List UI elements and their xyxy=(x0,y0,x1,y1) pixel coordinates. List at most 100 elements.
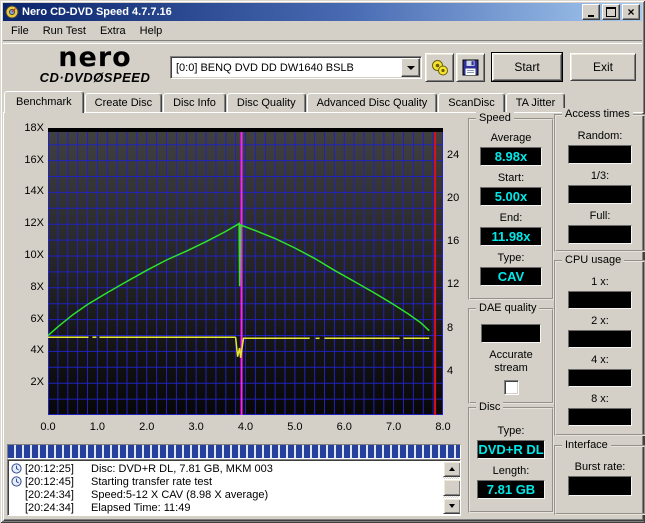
cpu-usage-1-x-label: 1 x: xyxy=(591,276,609,288)
arrow-down-icon xyxy=(449,504,455,508)
log-entry-text: Disc: DVD+R DL, 7.81 GB, MKM 003 xyxy=(91,462,273,475)
log-entry-time: [20:12:25] xyxy=(25,462,74,475)
x-axis-tick: 4.0 xyxy=(237,421,254,433)
drive-selector-value: [0:0] BENQ DVD DD DW1640 BSLB xyxy=(176,61,354,74)
interface-group: Interface Burst rate: xyxy=(554,439,645,515)
x-axis-tick: 2.0 xyxy=(139,421,155,433)
exit-button[interactable]: Exit xyxy=(570,53,636,81)
app-window: Nero CD-DVD Speed 4.7.7.16 × File Run Tes… xyxy=(0,0,645,523)
nero-logo-wordmark: nero xyxy=(58,42,132,73)
log-entry-text: Speed:5-12 X CAV (8.98 X average) xyxy=(91,488,269,501)
clock-icon xyxy=(10,463,23,474)
log-entry-time: [20:24:34] xyxy=(25,488,74,501)
menu-item-extra[interactable]: Extra xyxy=(94,23,132,39)
disc-length-label: Length: xyxy=(492,465,530,477)
log-entry-time: [20:12:45] xyxy=(25,475,74,488)
disc-type-display: DVD+R DL xyxy=(477,440,545,459)
gears-icon xyxy=(431,59,448,75)
log-entry: [20:24:34] Elapsed Time: 11:49 xyxy=(8,501,460,514)
access-times-1-3-label: 1/3: xyxy=(590,170,610,182)
cpu-usage-group-title: CPU usage xyxy=(562,254,625,266)
access-times-full-display xyxy=(568,225,632,244)
accurate-stream-checkbox[interactable] xyxy=(503,380,519,395)
drive-selector-dropdown-button[interactable] xyxy=(401,58,420,77)
log-scrollbar[interactable] xyxy=(443,461,460,514)
y-axis-left-tick: 12X xyxy=(24,217,44,230)
x-axis-tick: 1.0 xyxy=(89,421,106,433)
tab-scandisc[interactable]: ScanDisc xyxy=(438,93,505,112)
benchmark-plot xyxy=(48,128,443,415)
nero-logo: nero CD·DVDØSPEED xyxy=(24,44,166,84)
menu-bar: File Run Test Extra Help xyxy=(3,22,642,40)
interface-group-title: Interface xyxy=(562,439,611,451)
y-axis-left-tick: 18X xyxy=(24,121,44,134)
cpu-usage-2-x-display xyxy=(568,330,632,348)
dae-quality-display xyxy=(481,324,541,343)
y-axis-left-tick: 4X xyxy=(30,344,44,357)
start-button[interactable]: Start xyxy=(491,52,563,82)
cpu-usage-4-x-display xyxy=(568,369,632,387)
interface-burst-rate-label: Burst rate: xyxy=(574,461,626,473)
disc-type-label: Type: xyxy=(497,425,525,437)
log-entry: [20:24:34] Speed:5-12 X CAV (8.98 X avera… xyxy=(8,488,460,501)
access-times-group: Access times Random: 1/3: Full: xyxy=(554,108,645,252)
speed-average-label: Average xyxy=(490,132,532,144)
y-axis-left-tick: 14X xyxy=(24,185,44,198)
y-axis-left-tick: 8X xyxy=(30,280,44,293)
arrow-up-icon xyxy=(449,467,455,471)
speed-end-label: End: xyxy=(499,212,523,224)
app-icon xyxy=(5,5,19,19)
y-axis-left-tick: 16X xyxy=(24,153,44,166)
exit-button-label: Exit xyxy=(592,60,613,74)
tab-advanced-disc-quality[interactable]: Advanced Disc Quality xyxy=(306,93,438,112)
scroll-down-button[interactable] xyxy=(443,498,460,514)
cpu-usage-8-x-display xyxy=(568,408,632,426)
clock-icon xyxy=(10,476,23,487)
tab-disc-info[interactable]: Disc Info xyxy=(163,93,226,112)
x-axis-tick: 6.0 xyxy=(336,421,352,433)
y-axis-left-tick: 10X xyxy=(24,249,44,261)
minimize-button[interactable] xyxy=(582,4,600,20)
speed-group: Speed Average 8.98x Start: 5.00x End: 11.98x T… xyxy=(468,112,554,300)
log-rows: [20:12:25] Disc: DVD+R DL, 7.81 GB, MKM 0… xyxy=(8,462,460,514)
scroll-thumb[interactable] xyxy=(443,479,460,496)
speed-start-display: 5.00x xyxy=(480,187,542,206)
window-titlebar: Nero CD-DVD Speed 4.7.7.16 × xyxy=(3,3,642,21)
cpu-usage-4-x-label: 4 x: xyxy=(591,354,609,366)
x-axis-tick: 8.0 xyxy=(435,421,451,433)
eject-options-button[interactable] xyxy=(425,53,454,82)
menu-item-run-test[interactable]: Run Test xyxy=(37,23,92,39)
cpu-usage-8-x-label: 8 x: xyxy=(591,393,609,405)
save-icon xyxy=(462,59,479,76)
window-title: Nero CD-DVD Speed 4.7.7.16 xyxy=(22,6,172,18)
accurate-stream-label: Accurate stream xyxy=(489,349,533,374)
progress-bar xyxy=(7,444,461,459)
disc-length-display: 7.81 GB xyxy=(477,480,545,499)
close-icon: × xyxy=(627,4,635,19)
close-button[interactable]: × xyxy=(622,4,640,20)
log-box[interactable]: [20:12:25] Disc: DVD+R DL, 7.81 GB, MKM 0… xyxy=(7,459,461,516)
y-axis-left-tick: 6X xyxy=(30,312,44,325)
log-entry: [20:12:25] Disc: DVD+R DL, 7.81 GB, MKM 0… xyxy=(8,462,460,475)
interface-burst-rate-display xyxy=(568,476,632,496)
tab-ta-jitter[interactable]: TA Jitter xyxy=(505,93,566,112)
disc-group-title: Disc xyxy=(476,401,504,413)
access-times-random-label: Random: xyxy=(577,130,623,142)
tab-create-disc[interactable]: Create Disc xyxy=(84,93,163,112)
tab-benchmark[interactable]: Benchmark xyxy=(4,91,84,113)
scroll-up-button[interactable] xyxy=(443,461,460,477)
y-axis-left-tick: 2X xyxy=(30,376,44,389)
drive-selector[interactable]: [0:0] BENQ DVD DD DW1640 BSLB xyxy=(170,56,422,79)
menu-item-help[interactable]: Help xyxy=(134,23,169,39)
maximize-button[interactable] xyxy=(602,4,620,20)
x-axis-tick: 0.0 xyxy=(40,421,56,433)
chevron-down-icon xyxy=(406,65,415,70)
start-button-label: Start xyxy=(514,60,540,74)
dae-quality-group-title: DAE quality xyxy=(476,302,540,314)
cpu-usage-group: CPU usage 1 x: 2 x: 4 x: 8 x: xyxy=(554,254,645,436)
save-button[interactable] xyxy=(456,53,485,82)
x-axis-tick: 3.0 xyxy=(188,421,204,433)
tab-disc-quality[interactable]: Disc Quality xyxy=(226,93,306,112)
speed-group-title: Speed xyxy=(476,112,514,124)
menu-item-file[interactable]: File xyxy=(5,23,35,39)
